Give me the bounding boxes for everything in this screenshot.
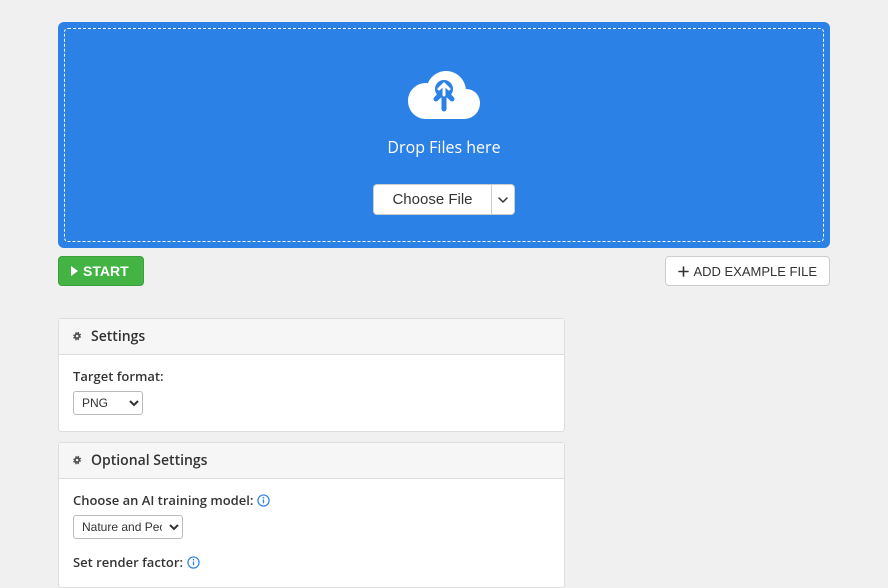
dropzone[interactable]: Drop Files here Choose File <box>58 22 830 248</box>
plus-icon <box>678 266 689 277</box>
dropzone-text: Drop Files here <box>65 136 823 158</box>
info-icon[interactable] <box>257 494 270 507</box>
ai-model-select[interactable]: Nature and People <box>73 515 183 539</box>
render-factor-label: Set render factor: <box>73 553 183 571</box>
settings-title: Settings <box>91 327 145 346</box>
settings-panel-header: Settings <box>59 319 564 355</box>
dropzone-inner[interactable]: Drop Files here Choose File <box>64 28 824 242</box>
optional-settings-title: Optional Settings <box>91 451 207 470</box>
ai-model-label: Choose an AI training model: <box>73 491 253 509</box>
add-example-file-button[interactable]: ADD EXAMPLE FILE <box>665 256 830 286</box>
optional-settings-panel-header: Optional Settings <box>59 443 564 479</box>
start-button-label: START <box>83 263 129 279</box>
play-icon <box>69 265 79 277</box>
target-format-label: Target format: <box>73 367 550 385</box>
chevron-down-icon <box>498 195 508 205</box>
optional-settings-panel: Optional Settings Choose an AI training … <box>58 442 565 588</box>
add-example-file-label: ADD EXAMPLE FILE <box>693 264 817 279</box>
choose-file-dropdown-toggle[interactable] <box>491 184 515 215</box>
start-button[interactable]: START <box>58 256 144 286</box>
settings-panel: Settings Target format: PNG <box>58 318 565 432</box>
target-format-select[interactable]: PNG <box>73 391 143 415</box>
choose-file-button[interactable]: Choose File <box>373 184 490 215</box>
cloud-upload-icon <box>406 67 482 128</box>
info-icon[interactable] <box>187 556 200 569</box>
gears-icon <box>71 454 85 468</box>
gears-icon <box>71 330 85 344</box>
